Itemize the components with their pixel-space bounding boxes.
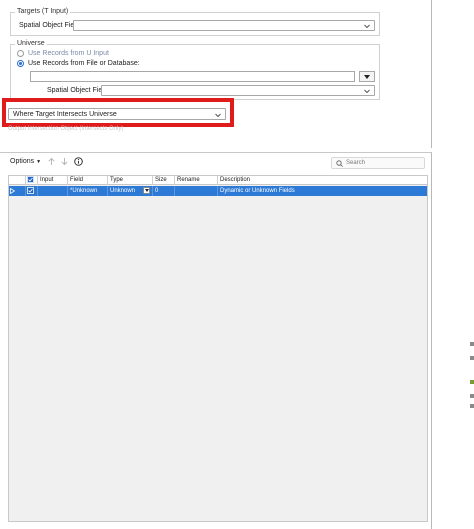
column-header-description[interactable]: Description: [218, 176, 427, 185]
cell-size[interactable]: 0: [153, 186, 175, 196]
output-intersection-option[interactable]: Output Intersection Object (Intersects O…: [8, 126, 123, 132]
targets-group-title: Targets (T Input): [15, 8, 71, 15]
column-header-rename[interactable]: Rename: [175, 176, 218, 185]
grid-header: Input Field Type Size Rename Description: [9, 176, 427, 185]
cell-field: *Unknown: [68, 186, 108, 196]
checkbox-checked-icon: [27, 187, 34, 194]
targets-spatial-select[interactable]: [73, 20, 375, 31]
radio-button[interactable]: [17, 50, 24, 57]
options-label: Options: [10, 158, 35, 165]
universe-group: Universe Use Records from U Input Use Re…: [10, 40, 380, 100]
file-path-input[interactable]: [30, 71, 355, 82]
edge-mark: [470, 342, 474, 346]
field-selection-panel: Options ▼ Search Input Field Type Size R…: [0, 152, 432, 529]
radio-use-u-input[interactable]: Use Records from U Input: [17, 50, 109, 57]
column-header-input[interactable]: Input: [38, 176, 68, 185]
field-grid: Input Field Type Size Rename Description…: [8, 175, 428, 522]
caret-down-icon: [364, 74, 370, 79]
toolbar: Options ▼ Search: [0, 153, 432, 173]
right-edge-strip: [466, 320, 474, 529]
cell-input: [38, 186, 68, 196]
info-icon[interactable]: [74, 157, 83, 166]
options-menu-button[interactable]: Options ▼: [10, 158, 41, 165]
search-placeholder: Search: [346, 160, 366, 166]
row-pointer-icon: [10, 188, 15, 194]
radio-use-file[interactable]: Use Records from File or Database:: [17, 60, 140, 67]
cell-type[interactable]: Unknown: [108, 186, 153, 196]
edge-mark: [470, 404, 474, 408]
cell-type-value: Unknown: [110, 188, 136, 194]
search-icon: [336, 160, 343, 167]
radio-use-file-label: Use Records from File or Database:: [28, 60, 140, 67]
chevron-down-icon: [363, 87, 371, 95]
file-browse-dropdown-button[interactable]: [359, 71, 375, 82]
caret-down-icon: [144, 189, 149, 192]
type-dropdown-button[interactable]: [143, 187, 150, 194]
config-panel: Targets (T Input) Spatial Object Field: …: [0, 0, 432, 148]
universe-spatial-select[interactable]: [101, 85, 375, 96]
edge-mark: [470, 356, 474, 360]
move-down-icon[interactable]: [60, 157, 69, 166]
red-highlight-box: [2, 98, 234, 127]
search-input[interactable]: Search: [331, 157, 425, 169]
table-row[interactable]: *Unknown Unknown 0 Dynamic or Unknown Fi…: [9, 186, 427, 196]
row-checkbox[interactable]: [26, 186, 38, 196]
radio-use-u-input-label: Use Records from U Input: [28, 50, 109, 57]
checkbox-checked-icon: [27, 176, 34, 183]
universe-group-title: Universe: [15, 40, 47, 47]
row-indicator: [9, 186, 26, 196]
column-header-type[interactable]: Type: [108, 176, 153, 185]
edge-mark: [470, 380, 474, 384]
cell-description[interactable]: Dynamic or Unknown Fields: [218, 186, 427, 196]
targets-group: Targets (T Input) Spatial Object Field:: [10, 8, 380, 36]
edge-mark: [470, 394, 474, 398]
cell-rename[interactable]: [175, 186, 218, 196]
move-up-icon[interactable]: [47, 157, 56, 166]
column-header-field[interactable]: Field: [68, 176, 108, 185]
select-all-checkbox[interactable]: [26, 176, 38, 185]
radio-button-checked[interactable]: [17, 60, 24, 67]
caret-down-icon: ▼: [36, 158, 42, 165]
column-header-size[interactable]: Size: [153, 176, 175, 185]
row-indicator-header: [9, 176, 26, 185]
chevron-down-icon: [363, 22, 371, 30]
